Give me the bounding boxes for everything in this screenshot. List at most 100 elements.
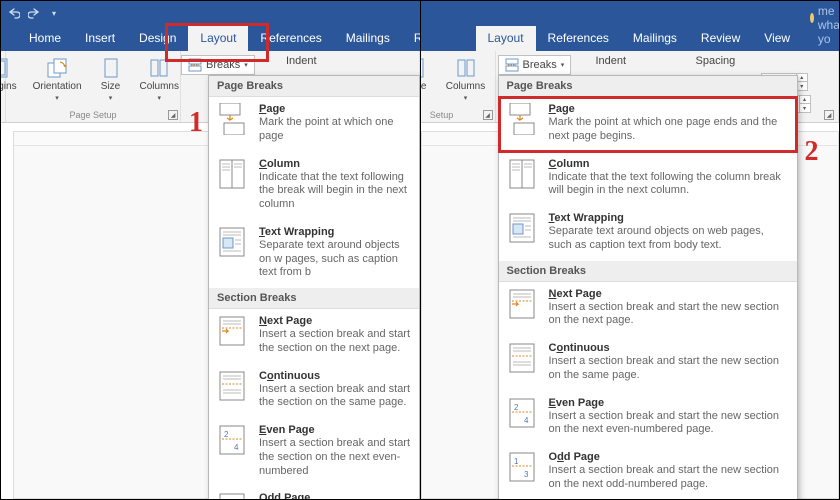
tell-me-placeholder: Tell me what yo [818,0,840,46]
breaks-button[interactable]: Breaks ▾ [498,55,572,75]
group-page-setup: Size ▾ Columns ▾ Setup ◢ [421,51,496,122]
chevron-down-icon: ▾ [55,94,59,102]
size-button[interactable]: Size ▾ [421,55,434,104]
menu-header-page-breaks: Page Breaks [499,76,797,97]
pane-left: ▾ Home Insert Design Layout References M… [0,0,421,500]
menu-header-page-breaks: Page Breaks [209,76,419,97]
column-break-icon [507,158,539,190]
size-button[interactable]: Size ▾ [94,55,128,104]
menu-item-even-page[interactable]: Even Page Insert a section break and sta… [209,418,419,486]
menu-item-column[interactable]: Column Indicate that the text following … [499,152,797,207]
tab-insert[interactable]: Insert [73,26,127,51]
annotation-number-2: 2 [805,136,819,168]
text-wrapping-icon [217,226,249,258]
page-break-icon [507,103,539,135]
menu-item-page[interactable]: PPageage Mark the point at which one pag… [209,97,419,152]
odd-page-icon [217,492,249,500]
columns-icon [148,57,170,79]
size-icon [100,57,122,79]
next-page-icon [507,288,539,320]
redo-icon[interactable] [27,6,41,20]
mi-nextpage-desc: Insert a section break and start the new… [549,301,789,329]
tab-home[interactable]: Home [17,26,73,51]
mi-wrap-desc: Separate text around objects on web page… [549,225,789,253]
group-name-setup: Setup [430,108,454,120]
tell-me-box[interactable]: Tell me what yo [802,0,840,51]
orientation-label: Orientation [33,81,82,92]
menu-item-odd-page[interactable]: Odd Page Insert a section break and star… [209,486,419,500]
tab-layout[interactable]: Layout [188,26,248,51]
chevron-down-icon: ▾ [109,94,113,102]
text-wrapping-icon [507,212,539,244]
continuous-icon [217,370,249,402]
mi-even-desc: Insert a section break and start the new… [549,410,789,438]
margins-label: Margins [0,81,17,92]
tab-view[interactable]: View [752,26,802,51]
breaks-button[interactable]: Breaks ▾ [181,55,255,75]
columns-button[interactable]: Columns ▾ [136,55,183,104]
columns-icon [455,57,477,79]
margins-button[interactable]: Margins ▾ [0,55,21,104]
tab-mailings[interactable]: Mailings [334,26,402,51]
size-label: Size [421,81,427,92]
tab-mailings[interactable]: Mailings [621,26,689,51]
spin-down-icon[interactable]: ▾ [800,104,810,112]
margins-icon [0,57,10,79]
breaks-icon [505,58,519,72]
menu-item-page[interactable]: Page Mark the point at which one page en… [499,97,797,152]
mi-nextpage-desc: Insert a section break and start the sec… [259,328,411,356]
even-page-icon [217,424,249,456]
spin-up-icon[interactable]: ▴ [797,74,807,82]
columns-button[interactable]: Columns ▾ [442,55,489,104]
column-break-icon [217,158,249,190]
tab-layout[interactable]: Layout [476,26,536,51]
undo-icon[interactable] [7,6,21,20]
menu-item-continuous[interactable]: Continuous Insert a section break and st… [499,336,797,391]
tab-references[interactable]: References [536,26,621,51]
page-break-icon [217,103,249,135]
tab-references[interactable]: References [248,26,333,51]
tab-review[interactable]: Review [689,26,752,51]
mi-continuous-desc: Insert a section break and start the sec… [259,383,411,411]
size-icon [421,57,428,79]
annotation-number-1: 1 [189,107,203,139]
menu-item-odd-page[interactable]: Odd Page Insert a section break and star… [499,445,797,500]
menu-header-section-breaks: Section Breaks [209,288,419,309]
breaks-icon [188,58,202,72]
qat-customize-icon[interactable]: ▾ [47,6,61,20]
columns-label: Columns [140,81,179,92]
dialog-launcher-icon[interactable]: ◢ [483,110,493,120]
menu-item-continuous[interactable]: Continuous Insert a section break and st… [209,364,419,419]
menu-item-next-page[interactable]: Next Page Insert a section break and sta… [209,309,419,364]
dialog-launcher-icon[interactable]: ◢ [168,110,178,120]
breaks-label: Breaks [523,59,557,71]
lightbulb-icon [810,13,814,23]
breaks-menu: Page Breaks PPageage Mark the point at w… [208,75,420,500]
quick-access-toolbar: ▾ [1,1,420,25]
continuous-icon [507,342,539,374]
menu-item-even-page[interactable]: Even Page Insert a section break and sta… [499,391,797,446]
next-page-icon [217,315,249,347]
chevron-down-icon: ▾ [157,94,161,102]
even-page-icon [507,397,539,429]
spin-down-icon[interactable]: ▾ [797,82,807,90]
menu-item-next-page[interactable]: Next Page Insert a section break and sta… [499,282,797,337]
menu-item-text-wrapping[interactable]: Text Wrapping Separate text around objec… [499,206,797,261]
group-page-setup: Margins ▾ Orientation ▾ Size ▾ Columns ▾ [6,51,181,122]
tab-design[interactable]: Design [127,26,188,51]
odd-page-icon [507,451,539,483]
menu-item-column[interactable]: Column Indicate that the text following … [209,152,419,220]
spin-up-icon[interactable]: ▴ [800,96,810,104]
quick-access-toolbar [421,1,840,25]
menu-item-text-wrapping[interactable]: Text Wrapping Separate text around objec… [209,220,419,288]
breaks-label: Breaks [206,59,240,71]
orientation-button[interactable]: Orientation ▾ [29,55,86,104]
size-label: Size [101,81,120,92]
menu-header-section-breaks: Section Breaks [499,261,797,282]
tab-review[interactable]: Review [402,26,421,51]
mi-page-desc: Mark the point at which one page ends an… [549,116,789,144]
chevron-down-icon: ▾ [464,94,468,102]
ribbon-tabs: Layout References Mailings Review View T… [421,25,840,51]
dialog-launcher-icon[interactable]: ◢ [824,110,834,120]
mi-column-desc: Indicate that the text following the bre… [259,171,411,212]
